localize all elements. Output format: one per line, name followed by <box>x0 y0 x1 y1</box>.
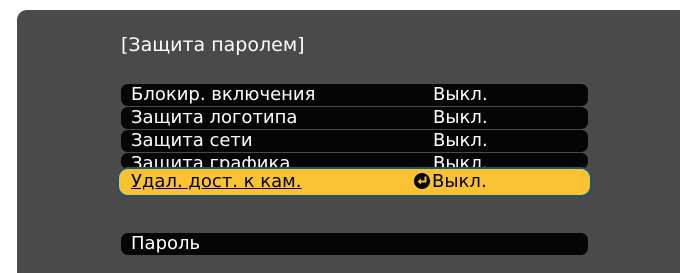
menu-item-label: Удал. дост. к кам. <box>131 171 302 192</box>
page-title: [Защита паролем] <box>121 34 305 56</box>
menu-item-label: Пароль <box>131 233 201 254</box>
menu-item-label: Защита графика <box>131 153 291 169</box>
menu-item-logo-protection[interactable]: Защита логотипа Выкл. <box>121 107 588 129</box>
menu-item-value: Выкл. <box>432 171 487 192</box>
menu-item-value: Выкл. <box>433 153 488 169</box>
menu-item-password[interactable]: Пароль <box>121 233 588 255</box>
osd-panel: [Защита паролем] Блокир. включения Выкл.… <box>17 10 680 273</box>
menu-item-value: Выкл. <box>433 107 488 128</box>
circle-arrow-icon <box>413 172 431 190</box>
menu-item-value: Выкл. <box>433 84 488 105</box>
menu-item-value: Выкл. <box>433 130 488 151</box>
menu-item-power-on-lock[interactable]: Блокир. включения Выкл. <box>121 84 588 106</box>
menu-item-remote-camera-access[interactable]: Удал. дост. к кам. Выкл. <box>121 171 588 193</box>
menu-item-schedule-protection[interactable]: Защита графика Выкл. <box>121 153 588 169</box>
menu-item-label: Защита сети <box>131 130 253 151</box>
menu-item-network-protection[interactable]: Защита сети Выкл. <box>121 130 588 152</box>
menu-item-value-group: Выкл. <box>413 171 487 193</box>
menu-item-label: Защита логотипа <box>131 107 298 128</box>
menu-item-label: Блокир. включения <box>131 84 316 105</box>
